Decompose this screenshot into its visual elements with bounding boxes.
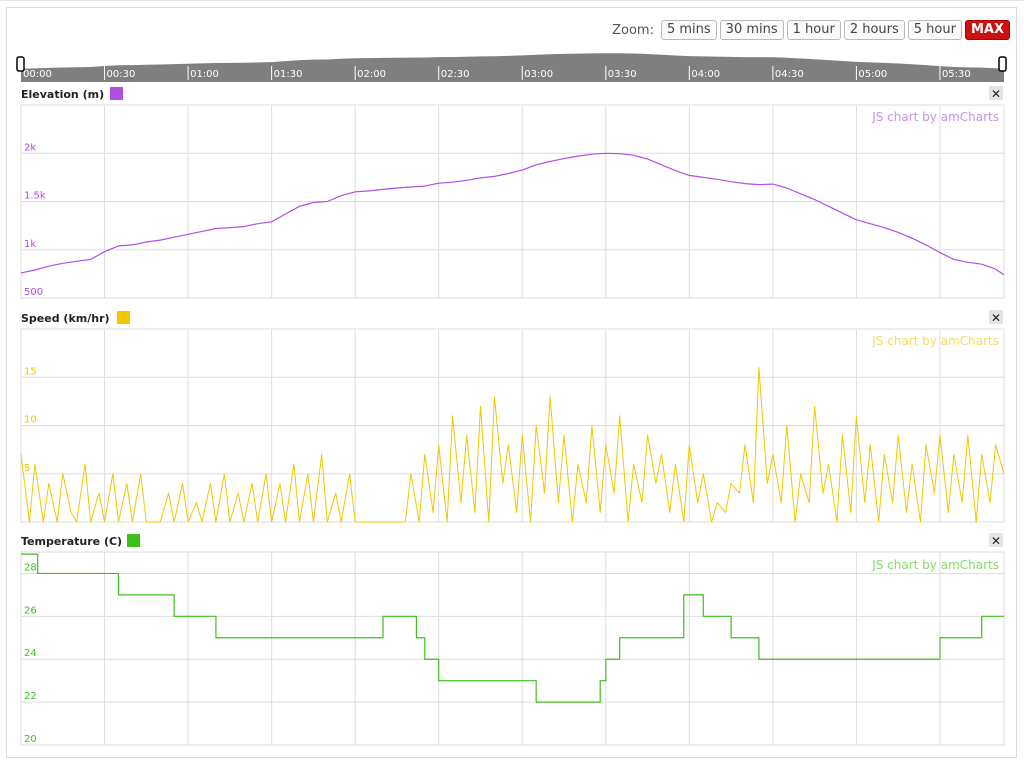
speed-plot: 5 10 15 (20, 328, 1005, 523)
elevation-plot: 500 1k 1.5k 2k (20, 104, 1005, 299)
temperature-panel-title: Temperature (C) (21, 535, 122, 548)
navigator-tick-label: 02:00 (357, 69, 386, 80)
speed-credit[interactable]: JS chart by amCharts (871, 334, 999, 348)
navigator-tick-label: 01:30 (274, 69, 303, 80)
elevation-credit[interactable]: JS chart by amCharts (871, 110, 999, 124)
temperature-ytick-label: 24 (24, 648, 37, 659)
navigator-tick-label: 04:30 (775, 69, 804, 80)
navigator-tick-label: 03:30 (608, 69, 637, 80)
navigator-tick-label: 01:00 (190, 69, 219, 80)
elevation-ytick-label: 2k (24, 142, 36, 153)
elevation-legend-swatch[interactable] (110, 87, 123, 100)
navigator-left-handle[interactable] (16, 56, 25, 72)
speed-ytick-label: 10 (24, 415, 37, 426)
temperature-ytick-label: 22 (24, 691, 37, 702)
temperature-credit[interactable]: JS chart by amCharts (871, 558, 999, 572)
chart-canvas: 00:00 00:30 01:00 01:30 02:00 02:30 03:00 03:30… (16, 47, 1007, 746)
speed-close-button[interactable]: ✕ (989, 310, 1003, 325)
speed-ytick-label: 5 (24, 463, 30, 474)
navigator-tick-label: 05:00 (858, 69, 887, 80)
speed-legend-swatch[interactable] (117, 311, 130, 324)
navigator[interactable]: 00:00 00:30 01:00 01:30 02:00 02:30 03:00 03:30… (16, 47, 1007, 82)
elevation-panel-title: Elevation (m) (21, 88, 104, 101)
elevation-ytick-label: 500 (24, 287, 43, 298)
navigator-right-handle[interactable] (998, 56, 1007, 72)
speed-close-icon: ✕ (991, 311, 1001, 325)
navigator-tick-label: 04:00 (691, 69, 720, 80)
elevation-ytick-label: 1k (24, 239, 36, 250)
speed-panel-title: Speed (km/hr) (21, 312, 110, 325)
temperature-close-icon: ✕ (991, 534, 1001, 548)
temperature-close-button[interactable]: ✕ (989, 533, 1003, 548)
elevation-close-button[interactable]: ✕ (989, 86, 1003, 101)
elevation-ytick-label: 1.5k (24, 191, 46, 202)
navigator-tick-label: 00:00 (23, 69, 52, 80)
elevation-close-icon: ✕ (991, 87, 1001, 101)
navigator-tick-label: 03:00 (524, 69, 553, 80)
temperature-ytick-label: 20 (24, 734, 37, 745)
temperature-plot: 20 22 24 26 28 (20, 551, 1005, 746)
temperature-legend-swatch[interactable] (127, 534, 140, 547)
temperature-ytick-label: 28 (24, 562, 37, 573)
navigator-tick-label: 02:30 (441, 69, 470, 80)
navigator-tick-label: 00:30 (107, 69, 136, 80)
temperature-ytick-label: 26 (24, 605, 37, 616)
speed-ytick-label: 15 (24, 366, 37, 377)
navigator-tick-label: 05:30 (942, 69, 971, 80)
